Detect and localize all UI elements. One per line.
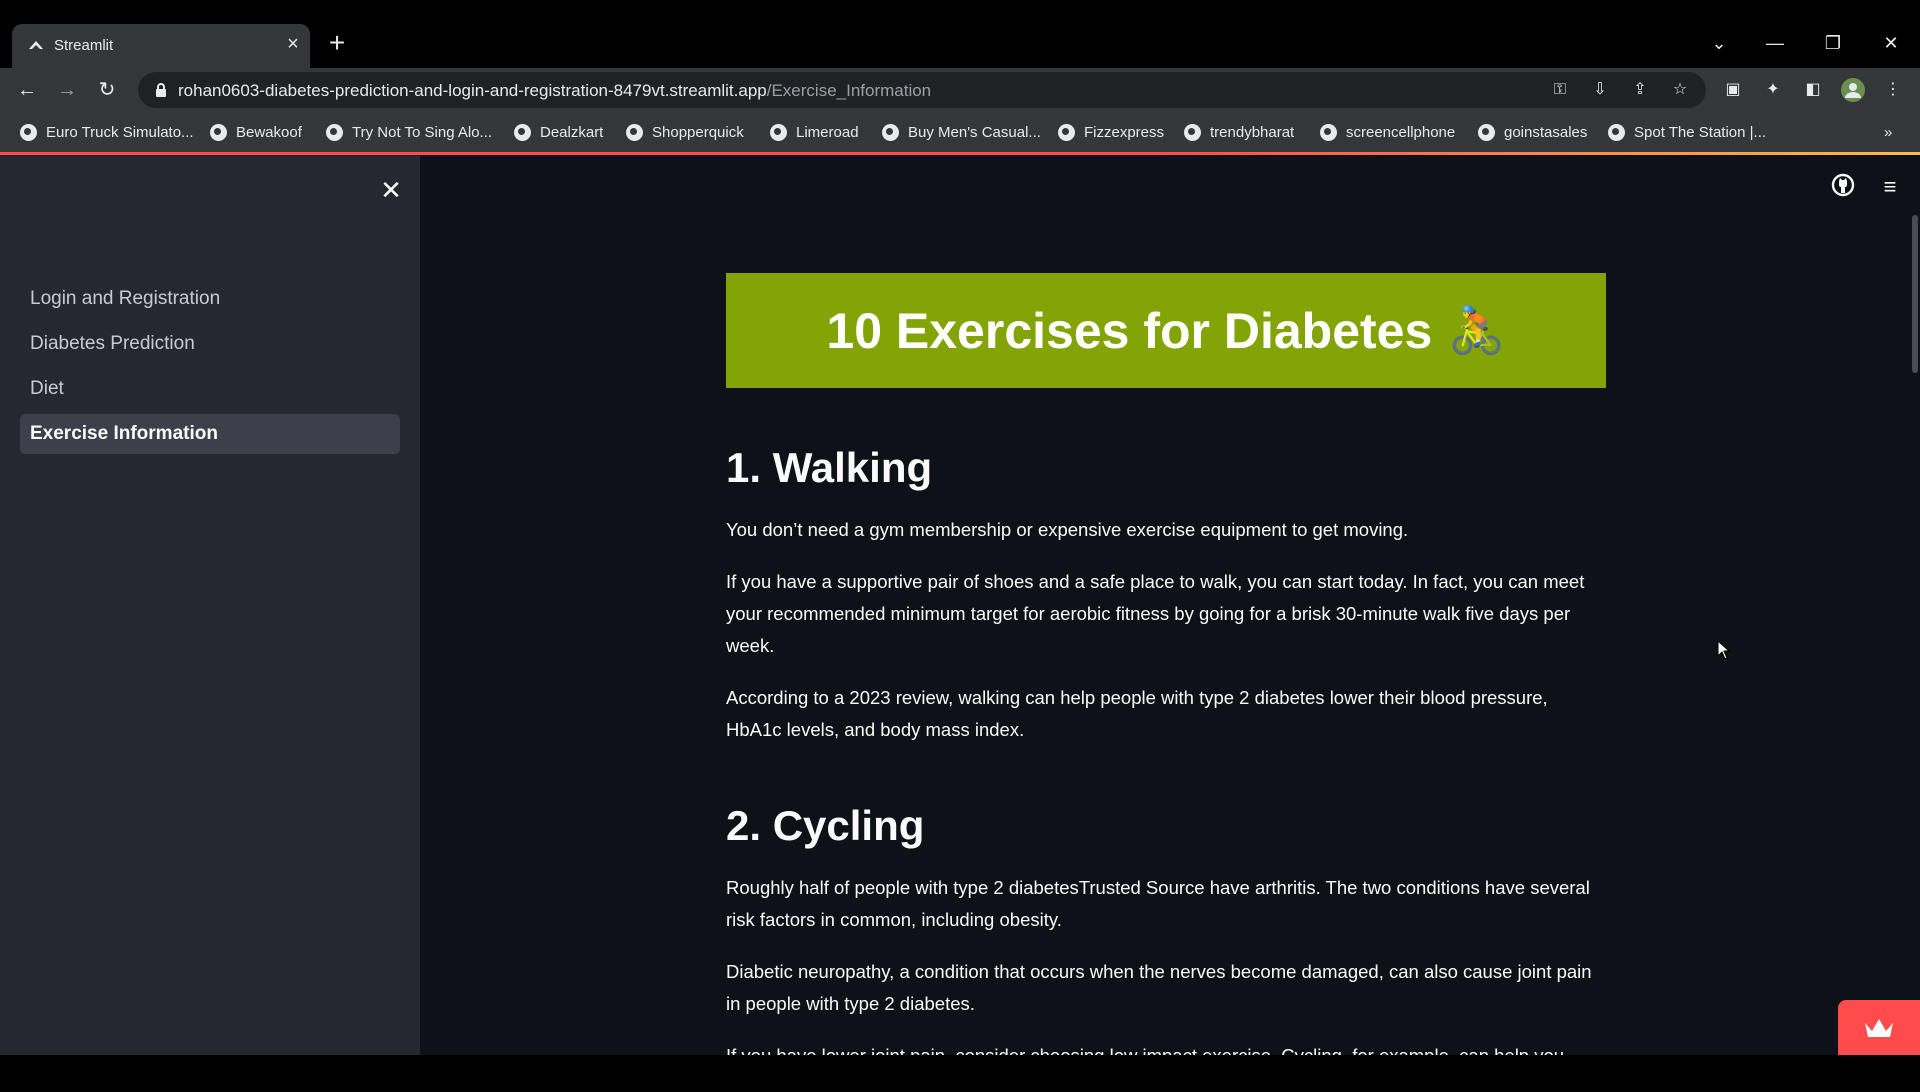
bookmark-item[interactable]: Spot The Station |... <box>1608 122 1766 142</box>
sidebar-close-icon[interactable]: ✕ <box>376 175 406 205</box>
window-close-icon[interactable]: ✕ <box>1876 28 1906 58</box>
bookmark-label: trendybharat <box>1210 123 1295 141</box>
bookmark-item[interactable]: Euro Truck Simulato... <box>20 122 194 142</box>
globe-icon <box>326 123 343 141</box>
globe-icon <box>1320 123 1337 141</box>
bookmark-label: Fizzexpress <box>1084 123 1165 141</box>
bottom-edge <box>0 1055 1920 1080</box>
globe-icon <box>1608 123 1625 141</box>
restore-icon[interactable]: ❐ <box>1818 28 1848 58</box>
address-bar[interactable]: rohan0603-diabetes-prediction-and-login-… <box>138 72 1706 108</box>
section-cycling: 2. Cycling Roughly half of people with t… <box>726 802 1606 1072</box>
section-paragraph: Diabetic neuropathy, a condition that oc… <box>726 961 1592 1014</box>
page-scrollbar[interactable] <box>1912 215 1918 373</box>
section-paragraph: If you have a supportive pair of shoes a… <box>726 571 1585 656</box>
share-icon[interactable]: ⇪ <box>1628 78 1652 102</box>
avatar-icon <box>1841 78 1865 102</box>
section-paragraph: Roughly half of people with type 2 diabe… <box>726 877 1590 930</box>
bookmark-label: Bewakoof <box>236 123 302 141</box>
url-host: rohan0603-diabetes-prediction-and-login-… <box>178 81 767 100</box>
section-walking: 1. Walking You don’t need a gym membersh… <box>726 444 1606 746</box>
site-icon <box>514 123 531 141</box>
back-icon[interactable]: ← <box>12 75 42 105</box>
streamlit-favicon-icon <box>29 41 43 49</box>
streamlit-cloud-badge[interactable] <box>1838 1000 1920 1060</box>
bookmark-item[interactable]: Fizzexpress <box>1058 122 1164 142</box>
lock-icon <box>156 83 166 97</box>
globe-icon <box>210 123 227 141</box>
bookmark-item[interactable]: Shopperquick <box>626 122 744 142</box>
globe-icon <box>1478 123 1495 141</box>
page-banner: 10 Exercises for Diabetes 🚴 <box>726 273 1606 388</box>
tab-title: Streamlit <box>54 37 114 54</box>
section-paragraph: According to a 2023 review, walking can … <box>726 687 1548 740</box>
globe-icon <box>1058 123 1075 141</box>
bookmark-label: Spot The Station |... <box>1634 123 1767 141</box>
sidebar-item-login-and-registration[interactable]: Login and Registration <box>20 279 400 319</box>
url-path: /Exercise_Information <box>766 81 932 100</box>
bookmark-label: Dealzkart <box>540 123 604 141</box>
sidebar-item-diet[interactable]: Diet <box>20 369 400 409</box>
main-content: 10 Exercises for Diabetes 🚴 1. Walking Y… <box>726 273 1606 1092</box>
bookmark-item[interactable]: Dealzkart <box>514 122 603 142</box>
bookmark-label: Buy Men's Casual... <box>908 123 1041 141</box>
globe-icon <box>1184 123 1201 141</box>
browser-tab[interactable]: Streamlit × <box>12 24 310 68</box>
sidebar-item-diabetes-prediction[interactable]: Diabetes Prediction <box>20 324 400 364</box>
tab-strip: Streamlit × + ⌄ — ❐ ✕ <box>0 0 1920 68</box>
sidebar-item-exercise-information[interactable]: Exercise Information <box>20 414 400 454</box>
bookmark-label: goinstasales <box>1504 123 1588 141</box>
bookmark-item[interactable]: trendybharat <box>1184 122 1294 142</box>
bookmark-item[interactable]: Limeroad <box>770 122 859 142</box>
site-icon <box>20 123 37 141</box>
section-paragraph: You don’t need a gym membership or expen… <box>726 519 1409 540</box>
crown-icon <box>1865 1019 1893 1037</box>
extension-b-icon[interactable]: ▣ <box>1718 75 1748 105</box>
page-title: 10 Exercises for Diabetes <box>826 302 1433 359</box>
new-tab-button[interactable]: + <box>322 28 352 58</box>
reload-icon[interactable]: ↻ <box>92 75 122 105</box>
section-heading: 1. Walking <box>726 444 933 491</box>
side-panel-icon[interactable]: ◧ <box>1798 75 1828 105</box>
globe-icon <box>770 123 787 141</box>
browser-toolbar: ← → ↻ rohan0603-diabetes-prediction-and-… <box>0 68 1920 112</box>
sidebar: ✕ Login and Registration Diabetes Predic… <box>0 155 420 1055</box>
profile-avatar[interactable] <box>1838 75 1868 105</box>
bookmark-label: Try Not To Sing Alo... <box>352 123 493 141</box>
globe-icon <box>882 123 899 141</box>
browser-chrome: Streamlit × + ⌄ — ❐ ✕ ← → ↻ rohan0603-di… <box>0 0 1920 155</box>
bookmark-item[interactable]: Buy Men's Casual... <box>882 122 1041 142</box>
install-app-icon[interactable]: ⇩ <box>1588 78 1612 102</box>
streamlit-app: ✕ Login and Registration Diabetes Predic… <box>0 155 1920 1066</box>
browser-menu-icon[interactable]: ⋮ <box>1878 75 1908 105</box>
bookmarks-bar: Euro Truck Simulato... Bewakoof Try Not … <box>0 112 1920 152</box>
bookmark-item[interactable]: screencellphone <box>1320 122 1455 142</box>
github-icon[interactable] <box>1829 173 1857 201</box>
bookmark-label: Shopperquick <box>652 123 744 141</box>
bookmark-label: Limeroad <box>796 123 859 141</box>
bookmark-item[interactable]: Try Not To Sing Alo... <box>326 122 492 142</box>
main-menu-icon[interactable]: ≡ <box>1876 173 1904 201</box>
github-mark-icon <box>1831 173 1855 197</box>
bookmark-label: screencellphone <box>1346 123 1456 141</box>
bookmark-item[interactable]: Bewakoof <box>210 122 302 142</box>
tab-search-icon[interactable]: ⌄ <box>1704 28 1734 58</box>
bookmark-label: Euro Truck Simulato... <box>46 123 194 141</box>
forward-icon[interactable]: → <box>52 75 82 105</box>
password-key-icon[interactable]: ⚿ <box>1548 78 1572 102</box>
url-text: rohan0603-diabetes-prediction-and-login-… <box>178 81 931 101</box>
cyclist-emoji-icon: 🚴 <box>1448 304 1506 356</box>
globe-icon <box>626 123 643 141</box>
bookmark-item[interactable]: goinstasales <box>1478 122 1587 142</box>
bookmark-star-icon[interactable]: ☆ <box>1668 78 1692 102</box>
tab-close-icon[interactable]: × <box>282 33 304 55</box>
minimize-icon[interactable]: — <box>1760 28 1790 58</box>
sidebar-nav: Login and Registration Diabetes Predicti… <box>20 279 400 459</box>
bookmarks-overflow-icon[interactable]: » <box>1884 122 1892 142</box>
section-heading: 2. Cycling <box>726 802 925 849</box>
mouse-cursor-icon <box>1717 640 1731 660</box>
extensions-puzzle-icon[interactable]: ✦ <box>1758 75 1788 105</box>
